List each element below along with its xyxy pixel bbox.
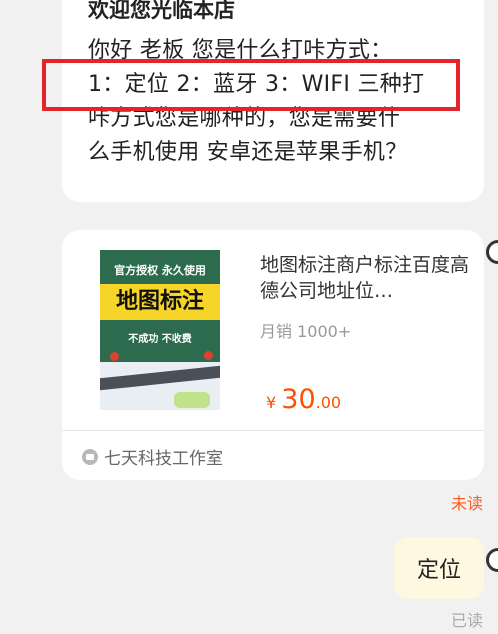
thumbnail-subtext: 不成功 不收费 — [128, 334, 192, 345]
product-title[interactable]: 地图标注商户标注百度高德公司地址位… — [260, 252, 470, 304]
map-pin-icon — [204, 351, 213, 360]
thumbnail-headline: 地图标注 — [100, 284, 220, 320]
message-title: 欢迎您光临本店 — [88, 0, 235, 22]
shop-name: 七天科技工作室 — [104, 449, 223, 469]
message-line-4: 么手机使用 安卓还是苹果手机？ — [88, 140, 408, 165]
price-currency: ¥ — [266, 393, 277, 412]
price-decimal: .00 — [315, 393, 342, 412]
product-card[interactable]: 官方授权 永久使用 地图标注 不成功 不收费 地图标注商户标注百度高德公司地址位… — [62, 230, 484, 480]
read-status: 已读 — [450, 611, 483, 630]
outgoing-message-bubble: 定位 — [394, 537, 484, 599]
product-sales: 月销 1000+ — [260, 322, 352, 341]
map-pin-icon — [110, 352, 119, 361]
park-graphic — [174, 392, 210, 408]
outgoing-message-text: 定位 — [416, 558, 461, 583]
highlight-annotation-box — [42, 59, 460, 111]
avatar-edge-icon — [486, 240, 498, 264]
avatar-edge-icon — [486, 548, 498, 572]
shop-icon — [82, 448, 98, 465]
card-divider — [62, 430, 484, 431]
shop-link[interactable]: 七天科技工作室 — [82, 444, 223, 469]
product-price: ¥ 30.00 — [266, 384, 341, 415]
price-integer: 30 — [281, 384, 316, 415]
unread-status: 未读 — [450, 494, 483, 513]
product-thumbnail[interactable]: 官方授权 永久使用 地图标注 不成功 不收费 — [100, 250, 220, 410]
thumbnail-badge-text: 官方授权 永久使用 — [114, 264, 206, 277]
